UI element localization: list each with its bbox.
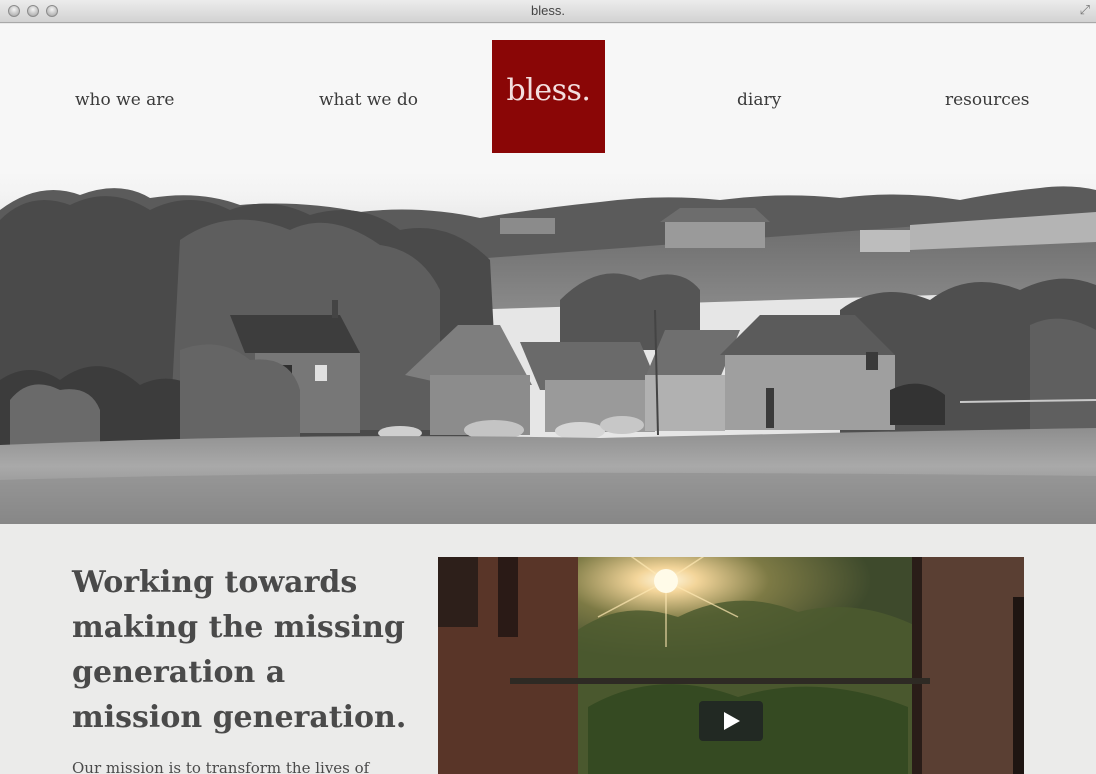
nav-resources[interactable]: resources	[945, 90, 1030, 110]
window-titlebar: bless. ⤢	[0, 0, 1096, 23]
tagline-line: making the missing	[72, 610, 405, 645]
tagline-line: generation a	[72, 655, 286, 690]
mission-text: Our mission is to transform the lives of	[72, 759, 370, 774]
bless-logo[interactable]: bless.	[492, 40, 605, 153]
video-player[interactable]	[438, 557, 1024, 774]
logo-text: bless.	[506, 73, 591, 108]
tagline: Working towards making the missing gener…	[72, 560, 412, 740]
window-title: bless.	[531, 3, 565, 18]
video-thumbnail	[438, 557, 1024, 774]
nav-who-we-are[interactable]: who we are	[75, 90, 174, 110]
tagline-line: Working towards	[72, 565, 358, 600]
nav-what-we-do[interactable]: what we do	[319, 90, 418, 110]
fullscreen-icon[interactable]: ⤢	[1080, 3, 1090, 18]
tagline-line: mission generation.	[72, 700, 407, 735]
farmhouse-photo	[0, 150, 1096, 524]
play-button[interactable]	[699, 701, 763, 741]
main-content: Working towards making the missing gener…	[0, 524, 1096, 774]
nav-diary[interactable]: diary	[737, 90, 781, 110]
hero-image	[0, 150, 1096, 524]
site-header: who we are what we do bless. diary resou…	[0, 24, 1096, 174]
play-icon	[724, 712, 740, 730]
